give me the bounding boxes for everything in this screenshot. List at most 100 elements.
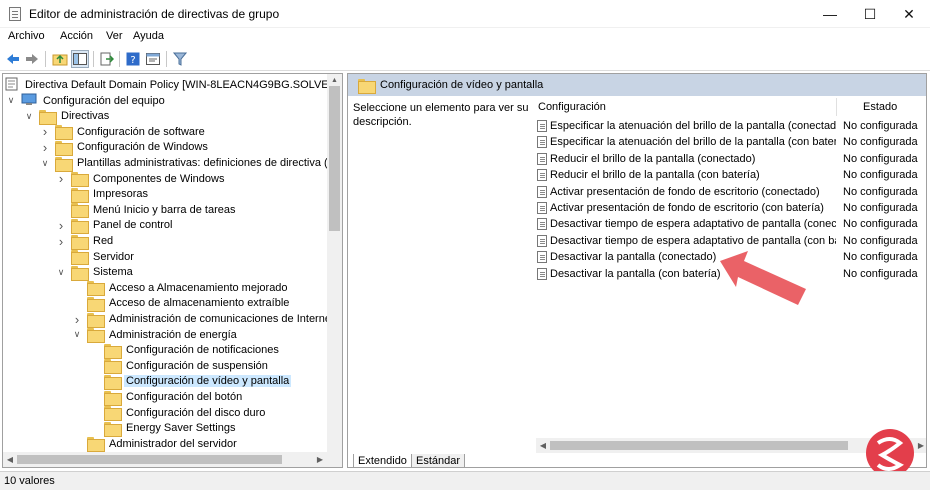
tree-item-label: Impresoras xyxy=(93,188,149,201)
menu-ayuda[interactable]: Ayuda xyxy=(133,30,164,42)
tree-item[interactable]: › Panel de control xyxy=(55,217,175,234)
scroll-left-icon[interactable]: ◀ xyxy=(536,438,550,453)
folder-icon xyxy=(71,172,89,188)
tree-vertical-scrollbar[interactable]: ▲ xyxy=(327,74,342,452)
tree-item[interactable]: ∨ Administración de energía xyxy=(71,327,239,344)
tree-item-label: Menú Inicio y barra de tareas xyxy=(93,203,236,216)
folder-icon xyxy=(104,359,122,375)
collapse-chevron-icon[interactable]: ∨ xyxy=(55,266,67,278)
show-hide-tree-icon[interactable] xyxy=(71,50,89,68)
setting-row[interactable]: Reducir el brillo de la pantalla (conect… xyxy=(536,151,926,167)
collapse-chevron-icon[interactable]: ∨ xyxy=(39,157,51,169)
forward-arrow-icon[interactable] xyxy=(23,50,41,68)
setting-state: No configurada xyxy=(843,251,918,264)
pointer-arrow-icon xyxy=(720,251,806,305)
expand-chevron-icon[interactable]: › xyxy=(39,124,51,139)
setting-row[interactable]: Activar presentación de fondo de escrito… xyxy=(536,200,926,216)
column-header-state[interactable]: Estado xyxy=(863,98,923,116)
tab-estandar[interactable]: Estándar xyxy=(411,454,466,467)
back-arrow-icon[interactable] xyxy=(4,50,22,68)
tree-item[interactable]: Configuración de notificaciones xyxy=(88,342,281,359)
tree-item-label: Red xyxy=(93,235,114,247)
tree-item-label: Configuración de notificaciones xyxy=(126,344,279,357)
tree-item[interactable]: Administrador del servidor xyxy=(71,436,239,453)
scroll-thumb[interactable] xyxy=(329,86,340,231)
tab-extendido[interactable]: Extendido xyxy=(353,454,412,467)
tree-item-label: Configuración de software xyxy=(77,125,205,138)
policy-setting-icon xyxy=(537,169,547,182)
scroll-right-icon[interactable]: ▶ xyxy=(313,452,327,467)
properties-icon[interactable] xyxy=(144,50,162,68)
setting-row[interactable]: Reducir el brillo de la pantalla (con ba… xyxy=(536,167,926,183)
expand-chevron-icon[interactable]: › xyxy=(71,312,83,327)
tree-item[interactable]: › Administración de comunicaciones de Int… xyxy=(71,311,336,328)
tree-item[interactable]: ∨ Sistema xyxy=(55,264,135,281)
help-icon[interactable]: ? xyxy=(124,50,142,68)
folder-icon xyxy=(39,109,57,125)
scroll-left-icon[interactable]: ◀ xyxy=(3,452,17,467)
setting-row[interactable]: Especificar la atenuación del brillo de … xyxy=(536,134,926,150)
tree-item[interactable]: Menú Inicio y barra de tareas xyxy=(55,202,237,219)
scroll-thumb[interactable] xyxy=(17,455,282,464)
column-header-setting[interactable]: Configuración xyxy=(538,98,838,116)
setting-state: No configurada xyxy=(843,152,918,165)
tree-horizontal-scrollbar[interactable]: ◀ ▶ xyxy=(3,452,342,467)
close-button[interactable]: ✕ xyxy=(886,0,930,28)
setting-row[interactable]: Desactivar tiempo de espera adaptativo d… xyxy=(536,216,926,232)
setting-name: Desactivar tiempo de espera adaptativo d… xyxy=(550,218,836,231)
expand-chevron-icon[interactable]: › xyxy=(55,234,67,249)
folder-icon xyxy=(87,328,105,344)
tree-item[interactable]: › Configuración de software xyxy=(39,124,207,141)
tree-item[interactable]: Directiva Default Domain Policy [WIN-8LE… xyxy=(5,77,342,94)
collapse-chevron-icon[interactable]: ∨ xyxy=(71,329,83,341)
menu-accion[interactable]: Acción xyxy=(60,30,93,42)
tree-item-label: Acceso de almacenamiento extraíble xyxy=(109,297,290,310)
tree-item[interactable]: ∨ Directivas xyxy=(23,108,111,125)
tree-item[interactable]: ∨ Configuración del equipo xyxy=(5,93,167,109)
tree-item[interactable]: Configuración de vídeo y pantalla xyxy=(88,373,292,390)
tree-item[interactable]: Configuración del disco duro xyxy=(88,405,267,422)
export-list-icon[interactable] xyxy=(98,50,116,68)
policy-setting-icon xyxy=(537,152,547,165)
setting-row[interactable]: Activar presentación de fondo de escrito… xyxy=(536,184,926,200)
tree-item[interactable]: Servidor xyxy=(55,249,136,266)
tree-item[interactable]: Energy Saver Settings xyxy=(88,420,237,437)
tree-item-label: Configuración de vídeo y pantalla xyxy=(124,375,292,388)
status-bar: 10 valores xyxy=(0,471,930,490)
expand-chevron-icon[interactable]: › xyxy=(55,171,67,186)
view-tabs: Extendido Estándar xyxy=(348,454,926,467)
menu-ver[interactable]: Ver xyxy=(106,30,123,42)
scroll-up-icon[interactable]: ▲ xyxy=(327,74,342,86)
tree-item[interactable]: ∨ Plantillas administrativas: definicione… xyxy=(39,155,343,172)
tree-item[interactable]: › Red xyxy=(55,233,115,250)
tree-item[interactable]: › Configuración de Windows xyxy=(39,139,210,156)
folder-icon xyxy=(55,156,73,172)
scroll-thumb[interactable] xyxy=(550,441,848,450)
policy-icon xyxy=(5,77,19,94)
tree-pane[interactable]: Directiva Default Domain Policy [WIN-8LE… xyxy=(2,73,343,468)
collapse-chevron-icon[interactable]: ∨ xyxy=(23,110,35,122)
expand-chevron-icon[interactable]: › xyxy=(55,218,67,233)
folder-icon xyxy=(87,296,105,312)
up-folder-icon[interactable] xyxy=(51,50,69,68)
tree-item-label: Acceso a Almacenamiento mejorado xyxy=(109,281,288,294)
tree-item[interactable]: Impresoras xyxy=(55,186,150,203)
collapse-chevron-icon[interactable]: ∨ xyxy=(5,95,17,107)
expand-chevron-icon[interactable]: › xyxy=(39,140,51,155)
tree-item[interactable]: Acceso a Almacenamiento mejorado xyxy=(71,280,290,297)
tree-item[interactable]: Acceso de almacenamiento extraíble xyxy=(71,295,291,312)
tree-item[interactable]: Configuración del botón xyxy=(88,389,244,406)
setting-row[interactable]: Especificar la atenuación del brillo de … xyxy=(536,118,926,134)
setting-row[interactable]: Desactivar tiempo de espera adaptativo d… xyxy=(536,233,926,249)
tree-item[interactable]: Configuración de suspensión xyxy=(88,358,270,375)
tree-item-label: Administración de comunicaciones de Inte… xyxy=(109,313,335,325)
filter-icon[interactable] xyxy=(171,50,189,68)
tree-item[interactable]: › Componentes de Windows xyxy=(55,171,226,188)
menu-archivo[interactable]: Archivo xyxy=(8,30,45,42)
setting-state: No configurada xyxy=(843,234,918,247)
tree-item-label: Plantillas administrativas: definiciones… xyxy=(77,157,343,169)
